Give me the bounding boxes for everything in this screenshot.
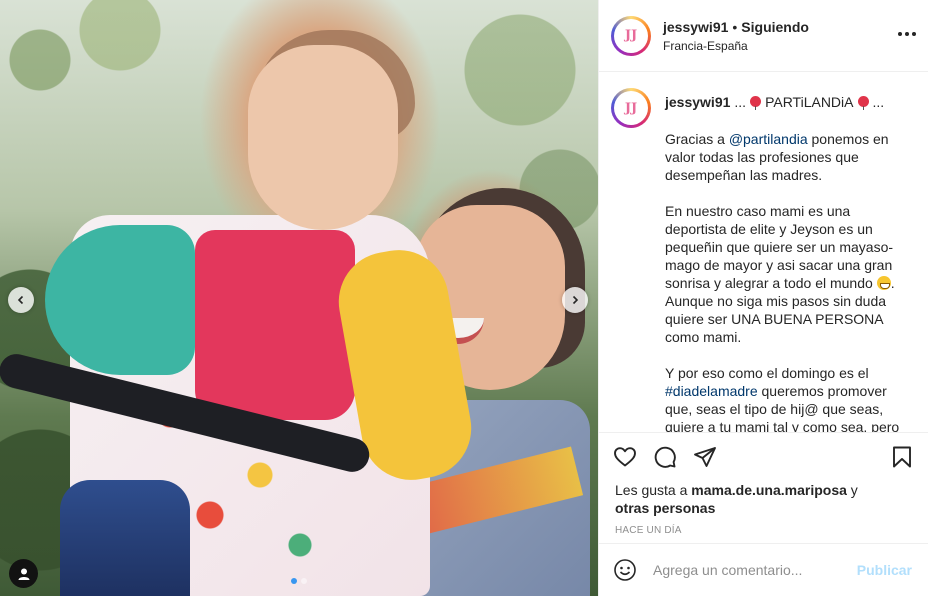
likes-user-link[interactable]: mama.de.una.mariposa xyxy=(691,482,847,498)
post-location[interactable]: Francia-España xyxy=(663,39,809,53)
caption-ellipsis: ... xyxy=(734,94,747,110)
more-dots-icon xyxy=(912,32,916,36)
paper-plane-icon[interactable] xyxy=(693,445,717,469)
chevron-left-icon xyxy=(17,295,24,305)
more-dots-icon xyxy=(905,32,909,36)
more-dots-icon xyxy=(898,32,902,36)
carousel-indicator xyxy=(0,578,598,584)
mention-link[interactable]: @partilandia xyxy=(729,131,808,147)
heart-icon[interactable] xyxy=(613,445,637,469)
comment-icon[interactable] xyxy=(653,445,677,469)
bookmark-icon[interactable] xyxy=(890,445,914,469)
caption-p2-text: En nuestro caso mami es una deportista d… xyxy=(665,203,894,291)
action-bar xyxy=(613,433,914,481)
author-avatar-image: JJ xyxy=(614,18,648,53)
caption-p1-lead: Gracias a xyxy=(665,131,729,147)
caption-title: PARTiLANDiA xyxy=(765,94,854,110)
caption-heading: jessywi91 ... PARTiLANDiA ... xyxy=(665,94,912,110)
photo-child-sleeve-left xyxy=(45,225,195,375)
author-avatar[interactable]: JJ xyxy=(611,15,651,56)
caption-area: JJ jessywi91 ... PARTiLANDiA ... Gracias… xyxy=(599,72,928,432)
carousel-prev-button[interactable] xyxy=(8,287,34,313)
caption-title-ellipsis: ... xyxy=(872,94,885,110)
post-side-panel: JJ jessywi91 • Siguiendo Francia-España … xyxy=(598,0,928,596)
likes-and: y xyxy=(846,482,858,498)
header-text: jessywi91 • Siguiendo Francia-España xyxy=(663,19,809,53)
follow-status-button[interactable]: Siguiendo xyxy=(741,19,809,35)
carousel-dot xyxy=(301,578,307,584)
caption-paragraph-3: Y por eso como el domingo es el #diadela… xyxy=(665,364,912,432)
carousel-next-button[interactable] xyxy=(562,287,588,313)
chevron-right-icon xyxy=(572,295,579,305)
likes-summary: Les gusta a mama.de.una.mariposa y otras… xyxy=(615,481,912,517)
photo-child-face xyxy=(248,45,398,230)
post-header: JJ jessywi91 • Siguiendo Francia-España xyxy=(599,0,928,72)
author-username[interactable]: jessywi91 xyxy=(663,19,728,35)
post-photo[interactable] xyxy=(0,0,598,596)
caption-author-avatar-image: JJ xyxy=(614,91,648,125)
caption-p3-lead: Y por eso como el domingo es el xyxy=(665,365,869,381)
caption-paragraph-2: En nuestro caso mami es una deportista d… xyxy=(665,202,912,346)
likes-lead: Les gusta a xyxy=(615,482,692,498)
balloon-icon xyxy=(857,95,869,110)
caption-username[interactable]: jessywi91 xyxy=(665,94,730,110)
caption-body: jessywi91 ... PARTiLANDiA ... Gracias a … xyxy=(665,88,912,432)
hashtag-link[interactable]: #diadelamadre xyxy=(665,383,758,399)
add-comment-bar: Publicar xyxy=(599,543,928,596)
post-actions-area: Les gusta a mama.de.una.mariposa y otras… xyxy=(599,432,928,543)
post-timestamp[interactable]: HACE UN DÍA xyxy=(615,525,912,536)
comment-input[interactable] xyxy=(653,562,857,578)
balloon-icon xyxy=(750,95,762,110)
likes-others-link[interactable]: otras personas xyxy=(615,500,715,516)
smiley-icon[interactable] xyxy=(613,558,637,582)
caption-paragraph-1: Gracias a @partilandia ponemos en valor … xyxy=(665,130,912,184)
carousel-dot-active xyxy=(291,578,297,584)
publish-button[interactable]: Publicar xyxy=(857,562,912,578)
caption-author-avatar[interactable]: JJ xyxy=(611,88,651,128)
more-options-button[interactable] xyxy=(898,26,916,42)
caption-text: Gracias a @partilandia ponemos en valor … xyxy=(665,130,912,432)
grinning-emoji-icon xyxy=(876,276,891,290)
header-line: jessywi91 • Siguiendo xyxy=(663,19,809,35)
photo-child-shirt xyxy=(195,230,355,420)
post-viewer: JJ jessywi91 • Siguiendo Francia-España … xyxy=(0,0,928,596)
header-separator: • xyxy=(732,18,738,35)
